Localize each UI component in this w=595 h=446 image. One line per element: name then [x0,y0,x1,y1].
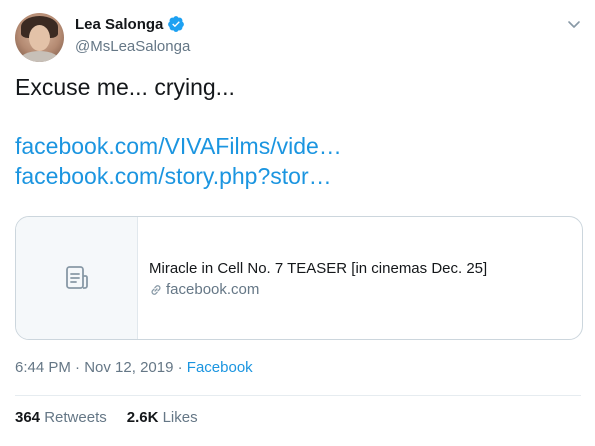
divider [15,395,581,396]
retweets-label: Retweets [44,409,107,426]
link-preview-card[interactable]: Miracle in Cell No. 7 TEASER [in cinemas… [15,216,583,340]
card-body: Miracle in Cell No. 7 TEASER [in cinemas… [138,217,487,339]
tweet-meta: 6:44 PM · Nov 12, 2019 · Facebook [15,359,253,376]
retweets-stat[interactable]: 364 Retweets [15,409,107,426]
avatar-face [29,25,50,51]
chevron-down-icon[interactable] [566,16,582,32]
card-thumbnail [16,217,138,339]
tweet-link-story[interactable]: facebook.com/story.php?stor… [15,162,332,190]
meta-separator: · [177,359,183,376]
link-icon [151,285,161,295]
engagement-stats: 364 Retweets 2.6K Likes [15,409,198,426]
likes-count: 2.6K [126,409,159,426]
author-handle[interactable]: @MsLeaSalonga [75,38,190,55]
likes-label: Likes [162,409,198,426]
tweet-time[interactable]: 6:44 PM [15,359,71,376]
retweets-count: 364 [15,409,41,426]
tweet-text: Excuse me... crying... [15,74,235,100]
tweet-date[interactable]: Nov 12, 2019 [84,359,173,376]
card-domain-text: facebook.com [166,281,260,298]
card-domain: facebook.com [149,280,487,300]
likes-stat[interactable]: 2.6K Likes [127,409,198,426]
verified-badge-icon [167,15,185,33]
tweet-source-link[interactable]: Facebook [187,359,253,376]
author-display-name[interactable]: Lea Salonga [75,16,163,33]
avatar-shoulder [19,51,60,62]
author-name-row[interactable]: Lea Salonga [75,15,185,33]
document-icon [65,266,88,289]
avatar[interactable] [15,13,64,62]
card-title: Miracle in Cell No. 7 TEASER [in cinemas… [149,260,488,277]
tweet-link-video[interactable]: facebook.com/VIVAFilms/vide… [15,132,342,160]
meta-separator: · [75,359,81,376]
